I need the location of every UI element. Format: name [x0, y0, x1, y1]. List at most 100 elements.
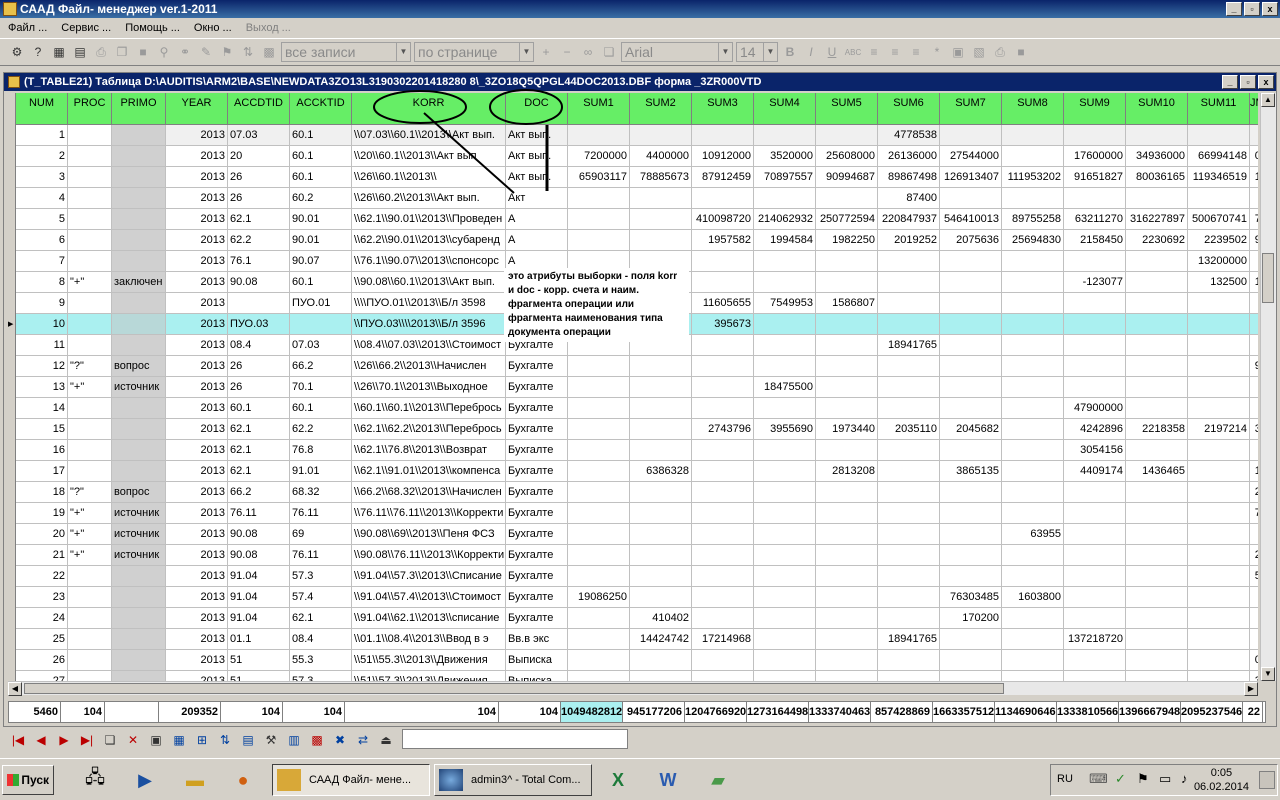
- table-cell[interactable]: 395673: [692, 314, 754, 335]
- table-cell[interactable]: [816, 587, 878, 608]
- table-cell[interactable]: Бухгалте: [506, 587, 568, 608]
- table-cell[interactable]: 1436465: [1126, 461, 1188, 482]
- table-cell[interactable]: 2013: [166, 230, 228, 251]
- row-indicator[interactable]: [8, 419, 16, 440]
- table-cell[interactable]: [754, 398, 816, 419]
- table-cell[interactable]: 08.4: [228, 335, 290, 356]
- table-cell[interactable]: [692, 356, 754, 377]
- table-cell[interactable]: 34936000: [1126, 146, 1188, 167]
- table-cell[interactable]: Акт вып.: [506, 167, 568, 188]
- table-cell[interactable]: [568, 629, 630, 650]
- table-cell[interactable]: [1126, 251, 1188, 272]
- delete-record-icon[interactable]: ✕: [123, 730, 143, 750]
- table-cell[interactable]: [112, 629, 166, 650]
- data-grid[interactable]: NUM PROC PRIMO YEAR ACCDTID ACCKTID KORR DOC SUM…: [8, 93, 1258, 681]
- table-cell[interactable]: 3054156: [1064, 440, 1126, 461]
- table-edit-icon[interactable]: ▦: [169, 730, 189, 750]
- table-cell[interactable]: Выписка: [506, 650, 568, 671]
- table-cell[interactable]: 89755258: [1002, 209, 1064, 230]
- table-cell[interactable]: [1002, 251, 1064, 272]
- table-cell[interactable]: [878, 608, 940, 629]
- table-cell[interactable]: [112, 188, 166, 209]
- table-cell[interactable]: 1982250: [816, 230, 878, 251]
- table-cell[interactable]: [1188, 461, 1250, 482]
- table-cell[interactable]: [1064, 293, 1126, 314]
- table-cell[interactable]: 132500: [1188, 272, 1250, 293]
- table-cell[interactable]: [940, 671, 1002, 681]
- table-cell[interactable]: 2013: [166, 524, 228, 545]
- table-cell[interactable]: 2013: [166, 629, 228, 650]
- table-cell[interactable]: Бухгалте: [506, 377, 568, 398]
- table-cell[interactable]: 68.32: [290, 482, 352, 503]
- table-cell[interactable]: [878, 293, 940, 314]
- table-cell[interactable]: [1188, 335, 1250, 356]
- table-cell[interactable]: Бухгалте: [506, 503, 568, 524]
- table-cell[interactable]: [1188, 398, 1250, 419]
- table-cell[interactable]: 316227897: [1126, 209, 1188, 230]
- column-header[interactable]: SUM5: [816, 93, 878, 125]
- table-cell[interactable]: 2013: [166, 188, 228, 209]
- table-cell[interactable]: 90.01: [290, 230, 352, 251]
- table-cell[interactable]: [68, 209, 112, 230]
- row-indicator[interactable]: [8, 545, 16, 566]
- table-cell[interactable]: [1126, 125, 1188, 146]
- table-cell[interactable]: 9: [16, 293, 68, 314]
- table-cell[interactable]: 2013: [166, 545, 228, 566]
- task-saad[interactable]: СААД Файл- мене...: [272, 764, 430, 796]
- table-cell[interactable]: 07.03: [228, 125, 290, 146]
- table-cell[interactable]: 220847937: [878, 209, 940, 230]
- table-cell[interactable]: 70897557: [754, 167, 816, 188]
- table-cell[interactable]: 57.3: [290, 671, 352, 681]
- table-cell[interactable]: 38: [1250, 419, 1258, 440]
- table-cell[interactable]: [1126, 335, 1188, 356]
- table-cell[interactable]: [1064, 608, 1126, 629]
- show-desktop-button[interactable]: [1259, 771, 1275, 789]
- table-cell[interactable]: [940, 566, 1002, 587]
- table-cell[interactable]: 60.1: [228, 398, 290, 419]
- table-cell[interactable]: 2013: [166, 608, 228, 629]
- table-cell[interactable]: [1002, 503, 1064, 524]
- table-cell[interactable]: 2197214: [1188, 419, 1250, 440]
- table-cell[interactable]: 25: [16, 629, 68, 650]
- table-cell[interactable]: [1064, 587, 1126, 608]
- table-cell[interactable]: 19: [16, 503, 68, 524]
- grid-color-icon[interactable]: ▩: [307, 730, 327, 750]
- table-cell[interactable]: 60.1: [290, 272, 352, 293]
- table-cell[interactable]: [1188, 629, 1250, 650]
- table-cell[interactable]: [568, 608, 630, 629]
- table-cell[interactable]: [112, 251, 166, 272]
- table-cell[interactable]: [68, 188, 112, 209]
- column-header[interactable]: NUM: [16, 93, 68, 125]
- table-cell[interactable]: [940, 272, 1002, 293]
- table-cell[interactable]: 2013: [166, 293, 228, 314]
- row-indicator[interactable]: [8, 503, 16, 524]
- menu-window[interactable]: Окно ...: [190, 19, 236, 37]
- table-cell[interactable]: [1250, 377, 1258, 398]
- table-cell[interactable]: [1188, 503, 1250, 524]
- scroll-up-icon[interactable]: ▲: [1261, 93, 1275, 107]
- row-indicator[interactable]: [8, 671, 16, 681]
- table-cell[interactable]: [68, 230, 112, 251]
- table-cell[interactable]: 2013: [166, 314, 228, 335]
- table-cell[interactable]: 17: [16, 461, 68, 482]
- column-header[interactable]: DOC: [506, 93, 568, 125]
- table-cell[interactable]: 4: [16, 188, 68, 209]
- table-cell[interactable]: 16: [16, 440, 68, 461]
- table-cell[interactable]: [816, 356, 878, 377]
- table-cell[interactable]: ПУО.03: [228, 314, 290, 335]
- table-cell[interactable]: [940, 188, 1002, 209]
- table-cell[interactable]: 25694830: [1002, 230, 1064, 251]
- table-cell[interactable]: [1250, 608, 1258, 629]
- table-cell[interactable]: [940, 125, 1002, 146]
- table-cell[interactable]: [112, 440, 166, 461]
- table-cell[interactable]: [568, 356, 630, 377]
- row-indicator[interactable]: [8, 650, 16, 671]
- table-cell[interactable]: 51: [228, 671, 290, 681]
- table-cell[interactable]: [1188, 314, 1250, 335]
- table-cell[interactable]: [754, 188, 816, 209]
- table-cell[interactable]: [68, 251, 112, 272]
- column-header[interactable]: SUM1: [568, 93, 630, 125]
- table-cell[interactable]: [692, 545, 754, 566]
- table-cell[interactable]: [290, 314, 352, 335]
- table-cell[interactable]: Акт вып.: [506, 125, 568, 146]
